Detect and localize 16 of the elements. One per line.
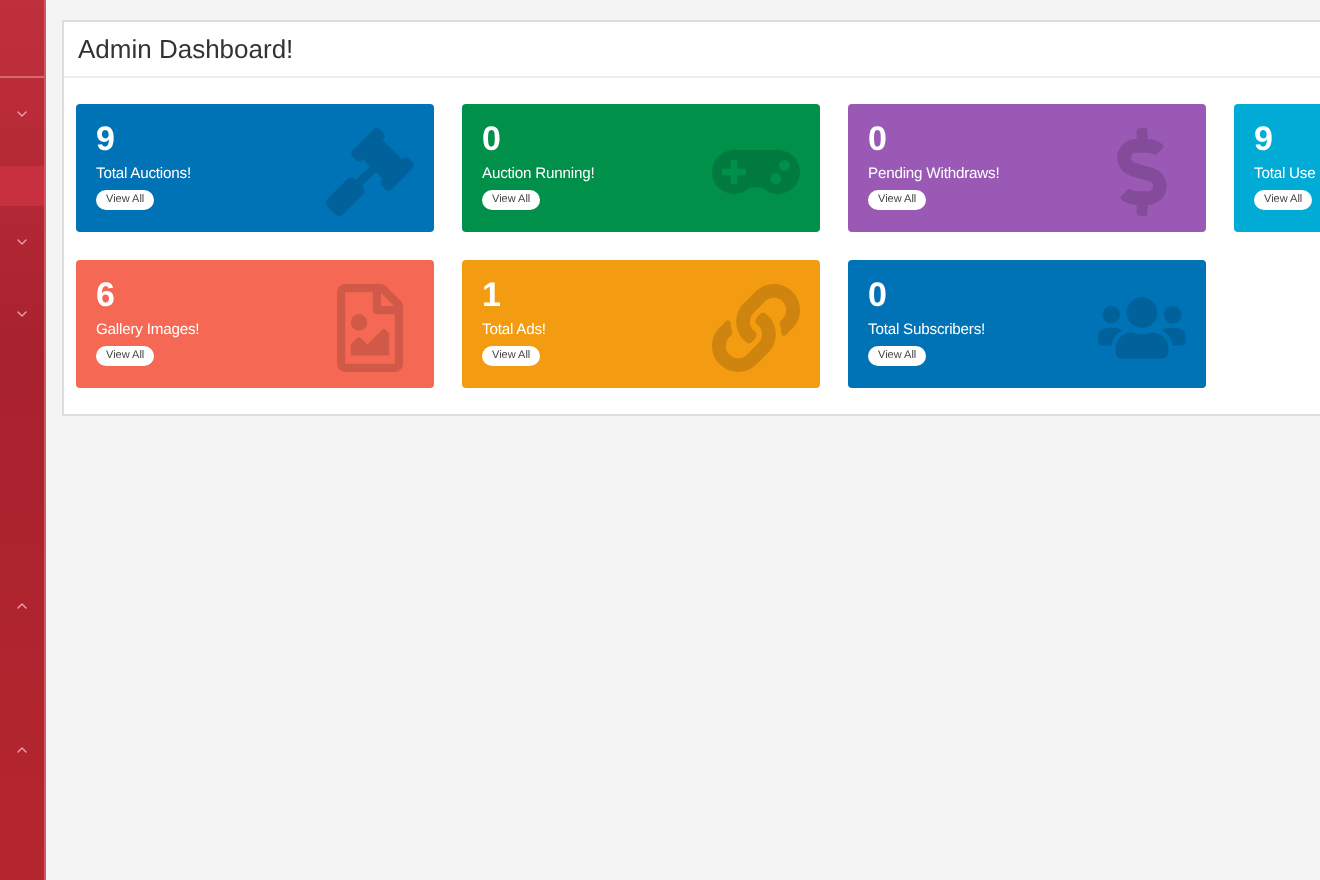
link-icon <box>712 284 800 372</box>
chevron-down-icon <box>14 234 30 250</box>
stat-count: 0 <box>482 122 503 158</box>
chevron-up-icon <box>14 742 30 758</box>
gavel-icon <box>326 128 414 216</box>
sidebar-item[interactable] <box>0 166 44 206</box>
chevron-down-icon <box>14 106 30 122</box>
chevron-up-icon <box>14 598 30 614</box>
stat-count: 0 <box>868 122 889 158</box>
chevron-down-icon <box>14 306 30 322</box>
stat-count: 1 <box>482 278 503 314</box>
stat-count: 0 <box>868 278 889 314</box>
stat-count: 6 <box>96 278 117 314</box>
stat-count: 9 <box>1254 122 1275 158</box>
stat-count: 9 <box>96 122 117 158</box>
panel-title: Admin Dashboard! <box>64 22 1320 78</box>
